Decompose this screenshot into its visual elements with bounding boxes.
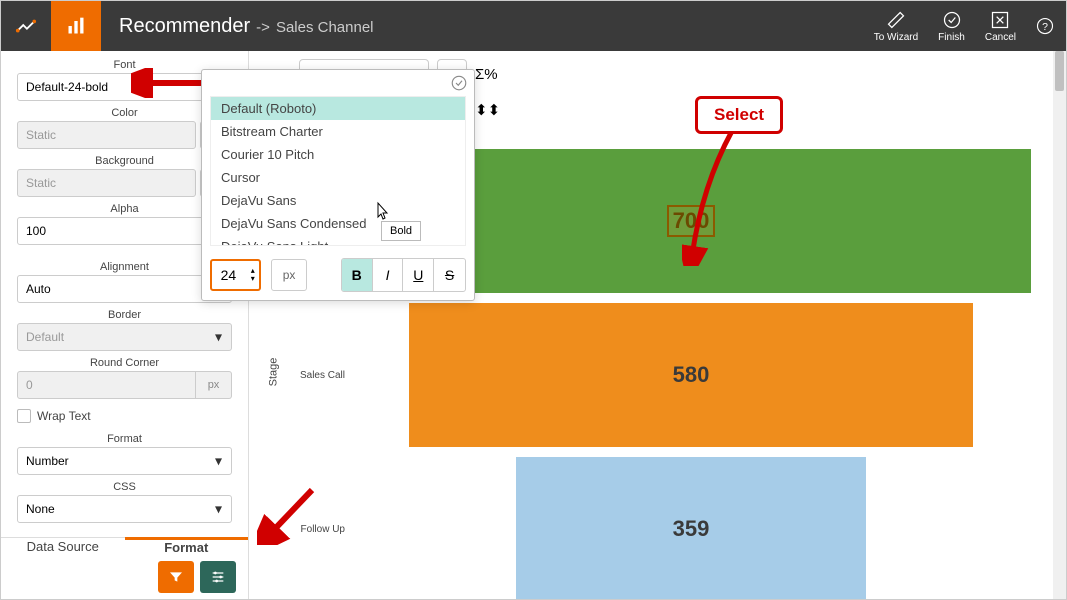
finish-button[interactable]: Finish	[938, 10, 965, 43]
format-label: Format	[17, 433, 232, 445]
confirm-check-icon[interactable]	[450, 74, 468, 97]
font-list[interactable]: Default (Roboto) Bitstream Charter Couri…	[210, 96, 466, 246]
font-picker-popup: Default (Roboto) Bitstream Charter Couri…	[201, 69, 475, 301]
round-label: Round Corner	[17, 357, 232, 369]
finish-label: Finish	[938, 32, 965, 43]
title-main: Recommender	[119, 15, 250, 38]
header-actions: To Wizard Finish Cancel ?	[874, 10, 1066, 43]
font-option[interactable]: DejaVu Sans	[211, 189, 465, 212]
svg-text:?: ?	[1042, 21, 1048, 33]
font-option[interactable]: DejaVu Sans Condensed	[211, 212, 465, 235]
css-select[interactable]	[17, 495, 232, 523]
title-breadcrumb: Sales Channel	[276, 19, 374, 36]
chart-type-icon[interactable]	[51, 1, 101, 51]
bg-label: Background	[17, 155, 232, 167]
app-logo-icon[interactable]	[1, 1, 51, 51]
font-option[interactable]: Default (Roboto)	[211, 97, 465, 120]
cancel-label: Cancel	[985, 32, 1016, 43]
font-option[interactable]: DejaVu Sans Light	[211, 235, 465, 246]
to-wizard-button[interactable]: To Wizard	[874, 10, 918, 43]
underline-button[interactable]: U	[403, 259, 434, 291]
checkbox-icon	[17, 409, 31, 423]
app-header: Recommender -> Sales Channel To Wizard F…	[1, 1, 1066, 51]
help-button[interactable]: ?	[1036, 17, 1054, 35]
unit-button[interactable]: px	[271, 259, 308, 291]
tab-data-source[interactable]: Data Source	[1, 538, 125, 555]
size-stepper-icon[interactable]: ▴▾	[251, 267, 255, 283]
bg-input[interactable]	[17, 169, 196, 197]
font-size-input[interactable]: 24 ▴▾	[210, 259, 261, 291]
font-option[interactable]: Bitstream Charter	[211, 120, 465, 143]
round-input[interactable]	[17, 371, 196, 399]
format-select[interactable]	[17, 447, 232, 475]
border-select[interactable]	[17, 323, 232, 351]
align-input[interactable]	[17, 275, 232, 303]
font-option[interactable]: Courier 10 Pitch	[211, 143, 465, 166]
page-scrollbar[interactable]	[1053, 51, 1066, 599]
bar-value: 580	[673, 362, 710, 388]
annotation-callout: Select	[695, 96, 783, 134]
align-label: Alignment	[17, 261, 232, 273]
color-label: Color	[17, 107, 232, 119]
stage-sort-icon[interactable]: ⬍⬍	[475, 101, 500, 119]
alpha-input[interactable]	[17, 217, 232, 245]
bar-segment[interactable]: 580	[409, 303, 973, 447]
bar-category: Sales Call	[295, 370, 351, 381]
annotation-arrow-icon	[682, 126, 742, 266]
round-unit: px	[196, 371, 232, 399]
cursor-icon	[373, 201, 391, 228]
bold-button[interactable]: B	[342, 259, 373, 291]
font-option[interactable]: Cursor	[211, 166, 465, 189]
wrap-text-checkbox[interactable]: Wrap Text	[17, 409, 232, 423]
css-label: CSS	[17, 481, 232, 493]
annotation-arrow-icon	[257, 485, 317, 545]
bar-value: 359	[673, 516, 710, 542]
annotation-arrow-icon	[131, 68, 211, 98]
italic-button[interactable]: I	[373, 259, 404, 291]
strike-button[interactable]: S	[434, 259, 465, 291]
color-input[interactable]	[17, 121, 196, 149]
wizard-label: To Wizard	[874, 32, 918, 43]
border-label: Border	[17, 309, 232, 321]
sigma-icon[interactable]: Σ%	[475, 66, 498, 83]
page-title: Recommender -> Sales Channel	[119, 15, 374, 38]
title-arrow: ->	[256, 19, 270, 36]
alpha-label: Alpha	[17, 203, 232, 215]
size-value: 24	[221, 267, 237, 283]
filter-button[interactable]	[158, 561, 194, 593]
cancel-button[interactable]: Cancel	[985, 10, 1016, 43]
settings-button[interactable]	[200, 561, 236, 593]
tab-format[interactable]: Format	[125, 537, 249, 555]
wrap-label: Wrap Text	[37, 409, 91, 423]
y-axis-title: Stage	[267, 358, 279, 387]
bar-segment[interactable]: 359	[516, 457, 866, 599]
